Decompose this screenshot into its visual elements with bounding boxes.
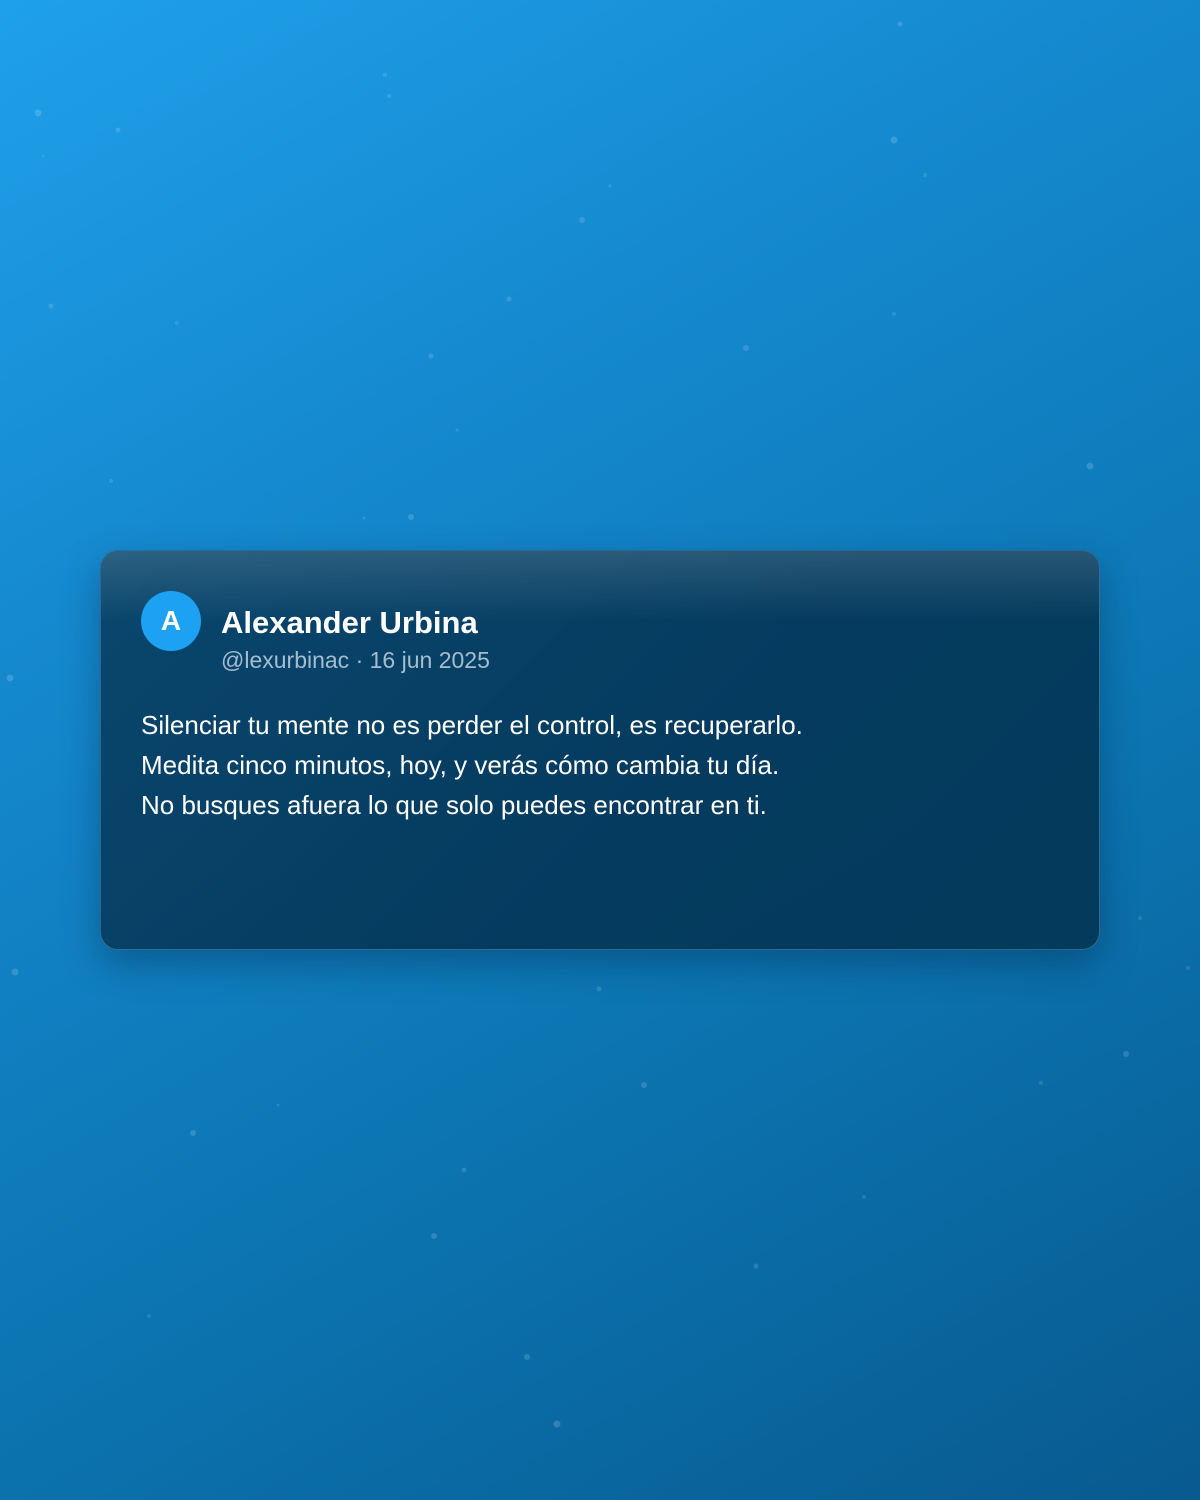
author-handle[interactable]: @lexurbinac: [221, 647, 349, 673]
meta-separator: ·: [355, 647, 364, 673]
tweet-date[interactable]: 16 jun 2025: [370, 647, 490, 673]
tweet-line: No busques afuera lo que solo puedes enc…: [141, 790, 767, 820]
tweet-line: Medita cinco minutos, hoy, y verás cómo …: [141, 750, 780, 780]
tweet-line: Silenciar tu mente no es perder el contr…: [141, 710, 803, 740]
tweet-text: Silenciar tu mente no es perder el contr…: [141, 705, 1061, 825]
tweet-card: A Alexander Urbina @lexurbinac · 16 jun …: [100, 550, 1100, 950]
author-name[interactable]: Alexander Urbina: [221, 605, 478, 641]
avatar[interactable]: A: [141, 591, 201, 651]
tweet-meta: @lexurbinac · 16 jun 2025: [221, 647, 490, 674]
